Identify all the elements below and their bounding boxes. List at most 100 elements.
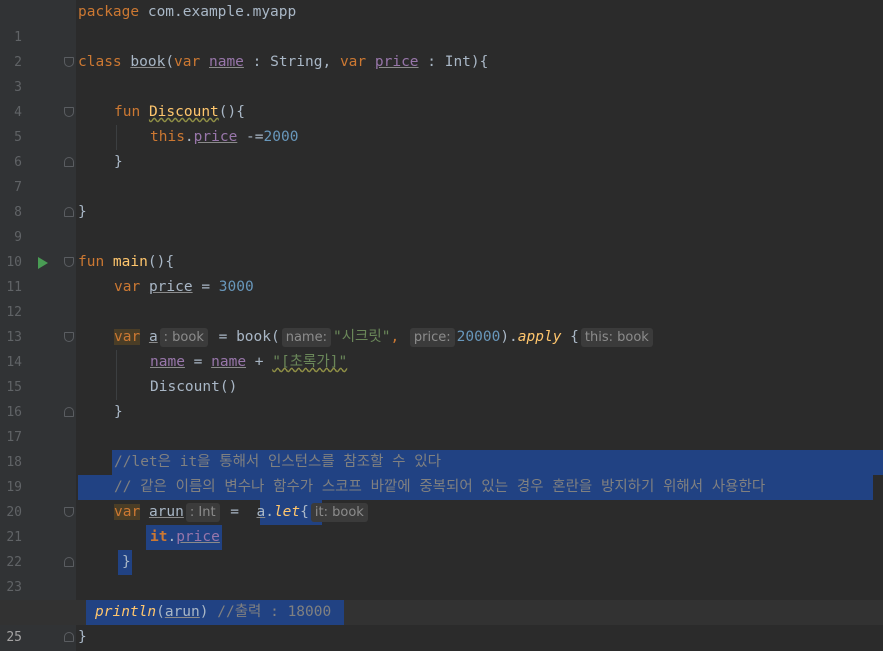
property-name: name — [150, 354, 185, 370]
fold-open-icon[interactable] — [64, 257, 74, 267]
fold-open-icon[interactable] — [64, 332, 74, 342]
fold-close-icon[interactable] — [64, 207, 74, 217]
number: 3000 — [218, 279, 254, 295]
fold-open-icon[interactable] — [64, 57, 74, 67]
code-line-12[interactable]: 12 var price = 3000 — [0, 275, 883, 320]
constructor-call: = book( — [209, 329, 280, 345]
code-line-7[interactable]: 7 } — [0, 150, 883, 195]
lambda-hint-it: it: book — [310, 503, 368, 522]
param-price: price — [374, 54, 419, 70]
keyword-var: var — [114, 504, 141, 520]
function-call-discount: Discount() — [150, 379, 238, 395]
code-line-11[interactable]: 11 fun main(){ — [0, 250, 883, 295]
string-literal: "[초록가]" — [272, 354, 348, 370]
code-line-14[interactable]: 14 var a: book = book(name: "시크릿", price:… — [0, 325, 883, 370]
function-let: let — [273, 504, 301, 520]
code-line-18[interactable]: 18 — [0, 425, 883, 470]
code-line-17[interactable]: 17 } — [0, 400, 883, 445]
type-hint: : book — [159, 328, 208, 347]
brace: { — [561, 329, 579, 345]
fold-close-icon[interactable] — [64, 632, 74, 642]
variable-price: price — [148, 279, 193, 295]
variable-a: a — [256, 504, 266, 520]
variable-arun: arun — [164, 604, 200, 620]
code-line-1[interactable]: 1 package com.example.myapp — [0, 0, 883, 45]
code-editor[interactable]: 1 package com.example.myapp 2 3 class bo… — [0, 0, 883, 651]
variable-a: a — [148, 329, 158, 345]
code-line-19[interactable]: 19 //let은 it을 통해서 인스턴스를 참조할 수 있다 — [0, 450, 883, 495]
code-line-25[interactable]: 25 println(arun) //출력 : 18000 — [0, 600, 883, 645]
operator: = — [184, 354, 212, 370]
keyword-it: it — [150, 529, 168, 545]
property-price: price — [193, 129, 238, 145]
function-main: main — [104, 254, 148, 270]
string-literal: "시크릿" — [332, 329, 391, 345]
type-hint: : Int — [185, 503, 220, 522]
comment: // 같은 이름의 변수나 함수가 스코프 바깥에 중복되어 있는 경우 혼란을… — [114, 479, 766, 495]
code-line-2[interactable]: 2 — [0, 25, 883, 70]
code-line-20[interactable]: 20 // 같은 이름의 변수나 함수가 스코프 바깥에 중복되어 있는 경우 … — [0, 475, 883, 520]
type-int: : Int){ — [418, 54, 489, 70]
dot: . — [265, 504, 274, 520]
code-line-9[interactable]: 9 } — [0, 200, 883, 245]
brace: } — [78, 629, 87, 645]
code-line-13[interactable]: 13 — [0, 300, 883, 345]
fold-open-icon[interactable] — [64, 507, 74, 517]
keyword-this: this — [150, 129, 185, 145]
variable-arun: arun — [148, 504, 184, 520]
brace: } — [78, 204, 87, 220]
keyword-fun: fun — [114, 104, 141, 120]
keyword-fun: fun — [78, 254, 105, 270]
code-line-22[interactable]: 22 it.price — [0, 525, 883, 570]
code-line-16[interactable]: 16 Discount() — [0, 375, 883, 420]
function-discount: Discount — [148, 104, 219, 120]
keyword-package: package — [78, 4, 140, 20]
code-line-10[interactable]: 10 — [0, 225, 883, 270]
function-apply: apply — [517, 329, 562, 345]
type-string: : String, — [243, 54, 340, 70]
number: 2000 — [263, 129, 299, 145]
brace: } — [122, 554, 131, 570]
dot: . — [184, 129, 194, 145]
run-icon[interactable] — [38, 257, 48, 269]
operator: = — [221, 504, 248, 520]
package-name: com.example.myapp — [139, 4, 297, 20]
parens: (){ — [218, 104, 245, 120]
paren: ). — [500, 329, 518, 345]
number: 20000 — [456, 329, 501, 345]
code-line-5[interactable]: 5 fun Discount(){ — [0, 100, 883, 145]
operator: + — [246, 354, 273, 370]
function-println: println — [95, 604, 157, 620]
comma: , — [390, 329, 400, 345]
keyword-var: var — [174, 54, 201, 70]
code-line-4[interactable]: 4 — [0, 75, 883, 120]
code-line-8[interactable]: 8 — [0, 175, 883, 220]
fold-close-icon[interactable] — [64, 157, 74, 167]
fold-open-icon[interactable] — [64, 107, 74, 117]
code-line-21[interactable]: 21 var arun: Int = a.let{it: book — [0, 500, 883, 545]
code-line-24[interactable]: 24 — [0, 575, 883, 620]
code-line-15[interactable]: 15 name = name + "[초록가]" — [0, 350, 883, 395]
keyword-class: class — [78, 54, 122, 70]
fold-close-icon[interactable] — [64, 557, 74, 567]
operator: -= — [237, 129, 264, 145]
code-line-6[interactable]: 6 this.price -=2000 — [0, 125, 883, 170]
param-hint-price: price: — [409, 328, 455, 347]
code-line-3[interactable]: 3 class book(var name : String, var pric… — [0, 50, 883, 95]
brace: { — [300, 504, 309, 520]
parens: (){ — [147, 254, 175, 270]
code-line-26[interactable]: 26 } — [0, 625, 883, 650]
brace: } — [114, 404, 123, 420]
paren: ( — [165, 54, 175, 70]
param-name: name — [208, 54, 244, 70]
keyword-var: var — [114, 329, 141, 345]
code-line-23[interactable]: 23 } — [0, 550, 883, 595]
fold-close-icon[interactable] — [64, 407, 74, 417]
param-hint-name: name: — [281, 328, 331, 347]
lambda-hint-this: this: book — [580, 328, 653, 347]
